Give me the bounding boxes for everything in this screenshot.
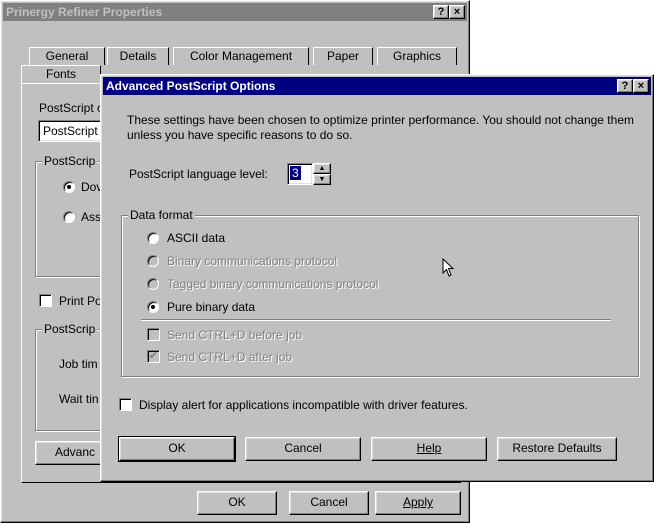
language-level-spinner[interactable]: ▲ ▼ [313, 163, 331, 185]
download-radio[interactable] [63, 181, 75, 193]
ctrl-d-after-checkbox: ✔ [147, 350, 160, 363]
tab-color-management[interactable]: Color Management [173, 47, 309, 65]
pure-binary-label: Pure binary data [167, 300, 256, 314]
ascii-data-label: ASCII data [167, 231, 226, 245]
outer-cancel-button[interactable]: Cancel [289, 491, 369, 515]
dialog-title: Advanced PostScript Options [106, 79, 276, 93]
outer-title-bar[interactable]: Prinergy Refiner Properties ? × [3, 3, 467, 21]
dialog-cancel-button[interactable]: Cancel [245, 437, 361, 461]
tab-graphics[interactable]: Graphics [377, 47, 457, 65]
assume-radio[interactable] [63, 211, 75, 223]
wait-timeout-label: Wait tin [59, 392, 99, 406]
intro-text-line1: These settings have been chosen to optim… [127, 113, 634, 127]
print-po-label: Print Po [59, 294, 102, 308]
data-format-separator [141, 319, 611, 321]
tab-details[interactable]: Details [107, 47, 169, 65]
outer-help-button[interactable]: ? [433, 5, 449, 19]
dialog-close-button[interactable]: × [633, 79, 649, 93]
dialog-ok-button[interactable]: OK [118, 436, 236, 462]
job-timeout-label: Job tim [59, 357, 98, 371]
binary-comm-radio [147, 255, 159, 267]
pure-binary-radio[interactable] [147, 301, 159, 313]
advanced-postscript-dialog: Advanced PostScript Options ? × These se… [100, 74, 654, 482]
tab-paper[interactable]: Paper [313, 47, 373, 65]
outer-close-button[interactable]: × [449, 5, 465, 19]
display-alert-label: Display alert for applications incompati… [139, 398, 468, 412]
language-level-label: PostScript language level: [129, 167, 268, 181]
language-level-field[interactable]: 3 [287, 163, 313, 185]
restore-defaults-button[interactable]: Restore Defaults [497, 437, 617, 461]
dialog-title-bar[interactable]: Advanced PostScript Options ? × [103, 77, 651, 95]
outer-window-title: Prinergy Refiner Properties [6, 5, 163, 19]
mouse-cursor-icon [442, 258, 455, 277]
ctrl-d-after-label: Send CTRL+D after job [167, 350, 293, 364]
spinner-up-button[interactable]: ▲ [313, 163, 331, 174]
ascii-data-radio[interactable] [147, 232, 159, 244]
ps-output-label: PostScript o [39, 101, 104, 115]
print-po-checkbox[interactable] [39, 294, 52, 307]
binary-comm-label: Binary communications protocol [167, 254, 338, 268]
data-format-label: Data format [128, 208, 195, 222]
dialog-help-text-button[interactable]: Help [371, 437, 487, 461]
ctrl-d-before-label: Send CTRL+D before job [167, 328, 303, 342]
assume-radio-label: Ass [81, 210, 102, 224]
outer-ok-button[interactable]: OK [197, 491, 277, 515]
dialog-help-button[interactable]: ? [617, 79, 633, 93]
intro-text-line2: unless you have specific reasons to do s… [127, 128, 353, 142]
ctrl-d-before-checkbox [147, 328, 160, 341]
tab-general[interactable]: General [29, 47, 105, 65]
ps-output-field[interactable]: PostScript [38, 120, 108, 142]
tab-fonts[interactable]: Fonts [21, 65, 101, 83]
tagged-binary-label: Tagged binary communications protocol [167, 277, 379, 291]
tagged-binary-radio [147, 278, 159, 290]
spinner-down-button[interactable]: ▼ [313, 174, 331, 185]
display-alert-checkbox[interactable] [119, 398, 132, 411]
outer-apply-button[interactable]: Apply [375, 491, 461, 515]
